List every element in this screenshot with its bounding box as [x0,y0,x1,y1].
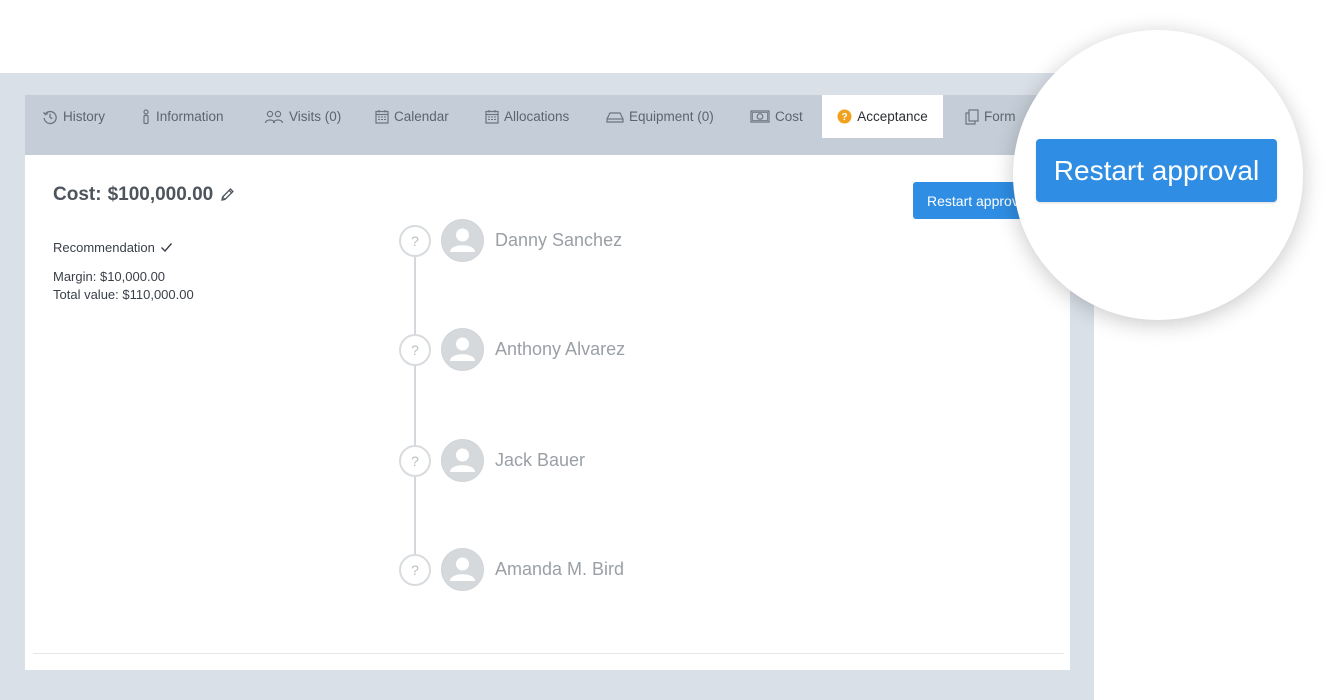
approver-step: ? Jack Bauer [399,439,585,482]
status-pending-icon: ? [399,224,431,257]
calendar-grid-icon [485,109,499,124]
approver-name: Jack Bauer [495,450,586,470]
avatar [441,439,484,482]
calendar-icon [375,109,389,124]
recommendation: Recommendation [53,240,173,255]
tab-bar: History Information Visits (0) Calendar … [25,95,1070,155]
history-icon [42,109,58,125]
tab-cost-label: Cost [775,109,803,124]
cost-label: Cost: [53,184,102,205]
tab-visits-label: Visits (0) [289,109,342,124]
avatar [441,328,484,371]
tab-calendar[interactable]: Calendar [369,95,455,138]
tab-information[interactable]: Information [135,95,230,138]
tab-history-label: History [63,109,106,124]
avatar [441,219,484,262]
total-value-text: Total value: $110,000.00 [53,287,194,302]
status-pending-icon: ? [399,553,431,586]
status-pending-icon: ? [399,333,431,366]
edit-pencil-icon[interactable] [219,187,235,203]
copy-icon [965,108,979,125]
approval-timeline-line [414,256,416,554]
approver-step: ? Anthony Alvarez [399,328,625,371]
tab-acceptance-label: Acceptance [857,109,928,124]
tab-history[interactable]: History [36,95,111,138]
svg-text:?: ? [842,112,848,123]
users-icon [264,109,284,125]
check-icon [160,242,173,253]
info-icon [141,108,151,125]
money-icon [750,110,770,123]
tab-equipment-label: Equipment (0) [629,109,714,124]
recommendation-label: Recommendation [53,240,155,255]
status-pending-icon: ? [399,444,431,477]
equipment-icon [606,110,624,124]
divider [33,653,1064,654]
tab-acceptance[interactable]: ? Acceptance [822,95,943,138]
tab-allocations-label: Allocations [504,109,570,124]
approver-step: ? Danny Sanchez [399,219,622,262]
tab-equipment[interactable]: Equipment (0) [600,95,720,138]
tab-allocations[interactable]: Allocations [479,95,575,138]
tab-cost[interactable]: Cost [744,95,809,138]
margin-text: Margin: $10,000.00 [53,269,166,284]
approver-name: Anthony Alvarez [495,339,626,359]
question-circle-icon: ? [837,109,852,124]
approver-name: Amanda M. Bird [495,559,625,579]
approver-name: Danny Sanchez [495,230,623,250]
tab-visits[interactable]: Visits (0) [258,95,347,138]
tab-information-label: Information [156,109,224,124]
cost-heading: Cost: $100,000.00 [53,184,235,206]
tab-calendar-label: Calendar [394,109,449,124]
tab-form[interactable]: Form [959,95,1022,138]
restart-approval-button-zoomed[interactable]: Restart approval [1036,139,1277,202]
avatar [441,548,484,591]
cost-value: $100,000.00 [107,184,214,205]
tab-form-label: Form [984,109,1016,124]
approver-step: ? Amanda M. Bird [399,548,624,591]
